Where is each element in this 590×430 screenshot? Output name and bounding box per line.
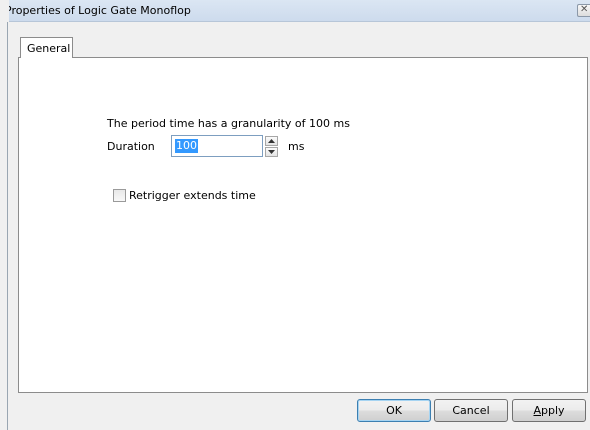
duration-label: Duration — [107, 140, 155, 153]
duration-input[interactable]: 100 — [171, 135, 263, 157]
window-title: Properties of Logic Gate Monoflop — [5, 4, 191, 17]
duration-value: 100 — [175, 139, 198, 153]
cancel-button[interactable]: Cancel — [434, 399, 508, 422]
window-left-edge — [0, 0, 9, 430]
chevron-down-icon — [268, 150, 275, 154]
tab-general-label: General — [27, 42, 71, 55]
title-bar: Properties of Logic Gate Monoflop ✕ — [0, 0, 590, 22]
properties-dialog: Properties of Logic Gate Monoflop ✕ Gene… — [0, 0, 590, 430]
tab-panel-general — [18, 57, 588, 393]
spin-up-button[interactable] — [265, 136, 278, 146]
close-button[interactable]: ✕ — [577, 4, 590, 17]
apply-mnemonic: A — [533, 404, 541, 417]
apply-label-rest: pply — [541, 404, 565, 417]
duration-spinner — [265, 136, 278, 158]
close-icon: ✕ — [580, 4, 589, 15]
retrigger-checkbox[interactable] — [113, 189, 126, 202]
edge-line — [7, 22, 8, 430]
apply-button[interactable]: Apply — [512, 399, 586, 422]
spin-down-button[interactable] — [265, 147, 278, 157]
retrigger-label[interactable]: Retrigger extends time — [129, 189, 256, 202]
chevron-up-icon — [268, 139, 275, 143]
ok-button[interactable]: OK — [357, 399, 431, 422]
duration-unit-label: ms — [288, 140, 305, 153]
tab-general[interactable]: General — [20, 37, 73, 58]
granularity-info-text: The period time has a granularity of 100… — [107, 117, 350, 130]
